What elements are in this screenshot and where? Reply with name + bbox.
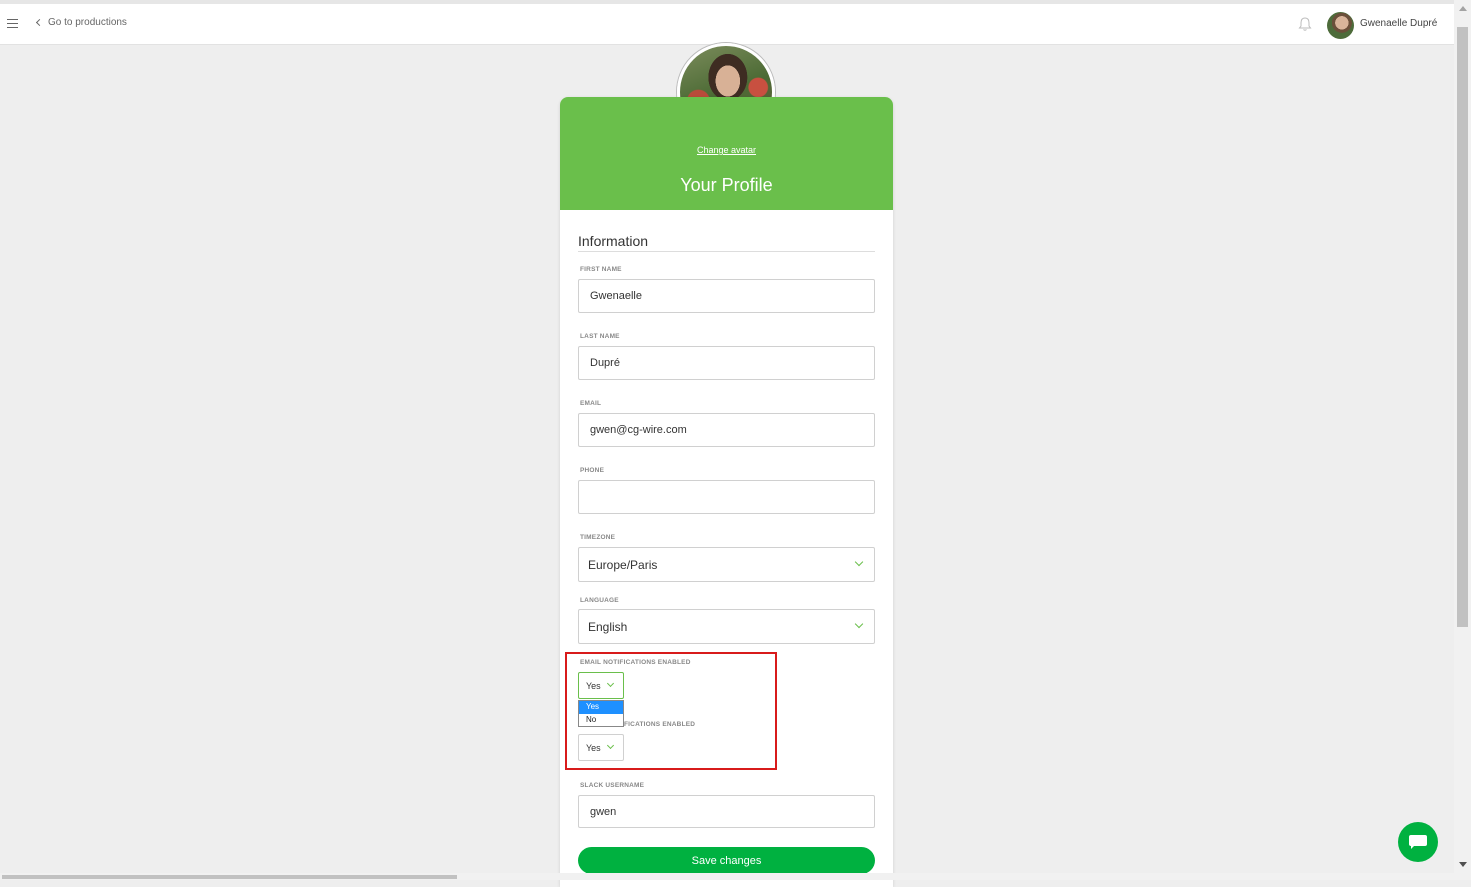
menu-icon[interactable]: [7, 19, 18, 28]
email-field[interactable]: [578, 413, 875, 447]
slack-username-label: SLACK USERNAME: [580, 782, 645, 789]
email-notifications-dropdown: Yes No: [578, 700, 624, 727]
horizontal-scrollbar-thumb[interactable]: [2, 875, 457, 879]
horizontal-scrollbar[interactable]: [0, 873, 1454, 880]
chevron-left-icon: [35, 18, 44, 27]
language-select[interactable]: English: [578, 609, 875, 644]
chevron-down-icon: [854, 619, 864, 629]
slack-username-field[interactable]: [578, 795, 875, 828]
language-value: English: [588, 620, 628, 634]
first-name-field[interactable]: [578, 279, 875, 313]
chevron-down-icon: [854, 557, 864, 567]
scroll-up-icon[interactable]: [1459, 6, 1467, 11]
email-notifications-select[interactable]: Yes: [578, 672, 624, 699]
chevron-down-icon: [606, 679, 615, 688]
option-yes[interactable]: Yes: [579, 701, 623, 714]
email-notifications-value: Yes: [586, 681, 601, 691]
timezone-label: TIMEZONE: [580, 534, 616, 541]
chat-button[interactable]: [1398, 822, 1438, 862]
email-notifications-label: EMAIL NOTIFICATIONS ENABLED: [580, 659, 691, 666]
bell-icon[interactable]: [1297, 16, 1313, 32]
user-name[interactable]: Gwenaelle Dupré: [1360, 18, 1437, 29]
page-title: Your Profile: [680, 175, 773, 195]
chevron-down-icon: [606, 741, 615, 750]
back-link-label: Go to productions: [48, 17, 127, 28]
profile-header: Change avatar Your Profile: [560, 97, 893, 210]
change-avatar-link[interactable]: Change avatar: [560, 145, 893, 155]
top-bar: Go to productions Gwenaelle Dupré: [0, 0, 1454, 45]
option-no[interactable]: No: [579, 714, 623, 727]
scroll-down-icon[interactable]: [1459, 862, 1467, 867]
language-label: LANGUAGE: [580, 597, 619, 604]
last-name-label: LAST NAME: [580, 333, 620, 340]
slack-notifications-value: Yes: [586, 743, 601, 753]
save-changes-button[interactable]: Save changes: [578, 847, 875, 874]
slack-notifications-select[interactable]: Yes: [578, 734, 624, 761]
go-to-productions-link[interactable]: Go to productions: [35, 17, 127, 28]
first-name-label: FIRST NAME: [580, 266, 622, 273]
vertical-scrollbar[interactable]: [1454, 0, 1471, 880]
user-avatar[interactable]: [1327, 12, 1354, 39]
profile-card: Change avatar Your Profile Information F…: [560, 97, 893, 887]
slack-notifications-label: FICATIONS ENABLED: [624, 721, 696, 728]
timezone-select[interactable]: Europe/Paris: [578, 547, 875, 582]
information-section-title: Information: [578, 233, 875, 252]
phone-label: PHONE: [580, 467, 605, 474]
timezone-value: Europe/Paris: [588, 558, 658, 572]
email-label: EMAIL: [580, 400, 602, 407]
phone-field[interactable]: [578, 480, 875, 514]
scrollbar-thumb[interactable]: [1457, 27, 1468, 627]
last-name-field[interactable]: [578, 346, 875, 380]
